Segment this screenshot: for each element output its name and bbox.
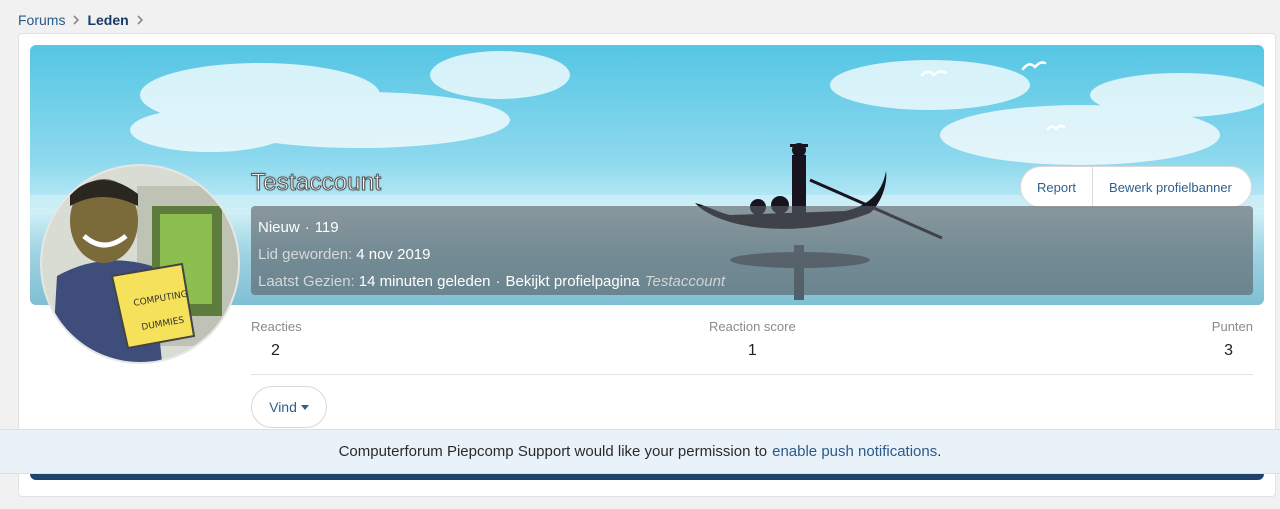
push-notice-suffix: .: [937, 443, 942, 460]
breadcrumb-leden[interactable]: Leden: [87, 12, 128, 28]
stat-value: 1: [747, 342, 757, 359]
caret-down-icon: [300, 404, 309, 410]
profile-stats: Reacties 2 Reaction score 1 Punten 3: [251, 319, 1253, 374]
avatar[interactable]: COMPUTING DUMMIES: [40, 164, 240, 364]
profile-info-box: Nieuw · 119 Lid geworden: 4 nov 2019 Laa…: [251, 206, 1253, 295]
stats-divider: [251, 374, 1253, 375]
breadcrumb: Forums Leden: [18, 10, 151, 30]
last-seen-label: Laatst Gezien:: [258, 273, 355, 290]
separator-dot: ·: [495, 273, 501, 290]
profile-username: Testaccount: [250, 169, 382, 197]
joined-label: Lid geworden:: [258, 246, 353, 263]
report-button[interactable]: Report: [1021, 167, 1092, 207]
stat-label: Reacties: [251, 319, 302, 334]
last-seen-time: 14 minuten geleden: [358, 273, 491, 290]
separator-dot: ·: [304, 219, 310, 236]
message-count[interactable]: 119: [315, 219, 339, 236]
profile-card: COMPUTING DUMMIES Testaccount Report Bew…: [18, 33, 1276, 497]
chevron-right-icon: [136, 15, 144, 25]
enable-push-link[interactable]: enable push notifications: [772, 443, 937, 460]
avatar-cartoon-image: COMPUTING DUMMIES: [42, 166, 238, 362]
joined-line: Lid geworden: 4 nov 2019: [258, 241, 1246, 268]
last-seen-line: Laatst Gezien: 14 minuten geleden · Beki…: [258, 268, 1246, 295]
find-dropdown-button[interactable]: Vind: [251, 386, 327, 428]
push-notice-text: Computerforum Piepcomp Support would lik…: [338, 443, 768, 460]
profile-actions: Report Bewerk profielbanner: [1020, 166, 1252, 208]
user-title: Nieuw: [258, 219, 300, 236]
push-notification-notice: Computerforum Piepcomp Support would lik…: [0, 429, 1280, 474]
last-seen-target: Testaccount: [644, 273, 726, 290]
last-seen-action: Bekijkt profielpagina: [505, 273, 640, 290]
stat-label: Punten: [1211, 319, 1253, 334]
stat-value: 2: [271, 342, 280, 359]
profile-title-line: Nieuw · 119: [258, 214, 1246, 241]
chevron-right-icon: [72, 15, 80, 25]
stat-label: Reaction score: [709, 319, 796, 334]
stat-reacties[interactable]: Reacties 2: [251, 319, 302, 360]
stat-value: 3: [1224, 342, 1233, 359]
stat-reaction-score[interactable]: Reaction score 1: [709, 319, 796, 360]
breadcrumb-forums[interactable]: Forums: [18, 12, 65, 28]
joined-date: 4 nov 2019: [356, 246, 431, 263]
edit-banner-button[interactable]: Bewerk profielbanner: [1093, 167, 1248, 207]
stat-punten[interactable]: Punten 3: [1212, 319, 1253, 360]
find-label: Vind: [269, 399, 297, 415]
